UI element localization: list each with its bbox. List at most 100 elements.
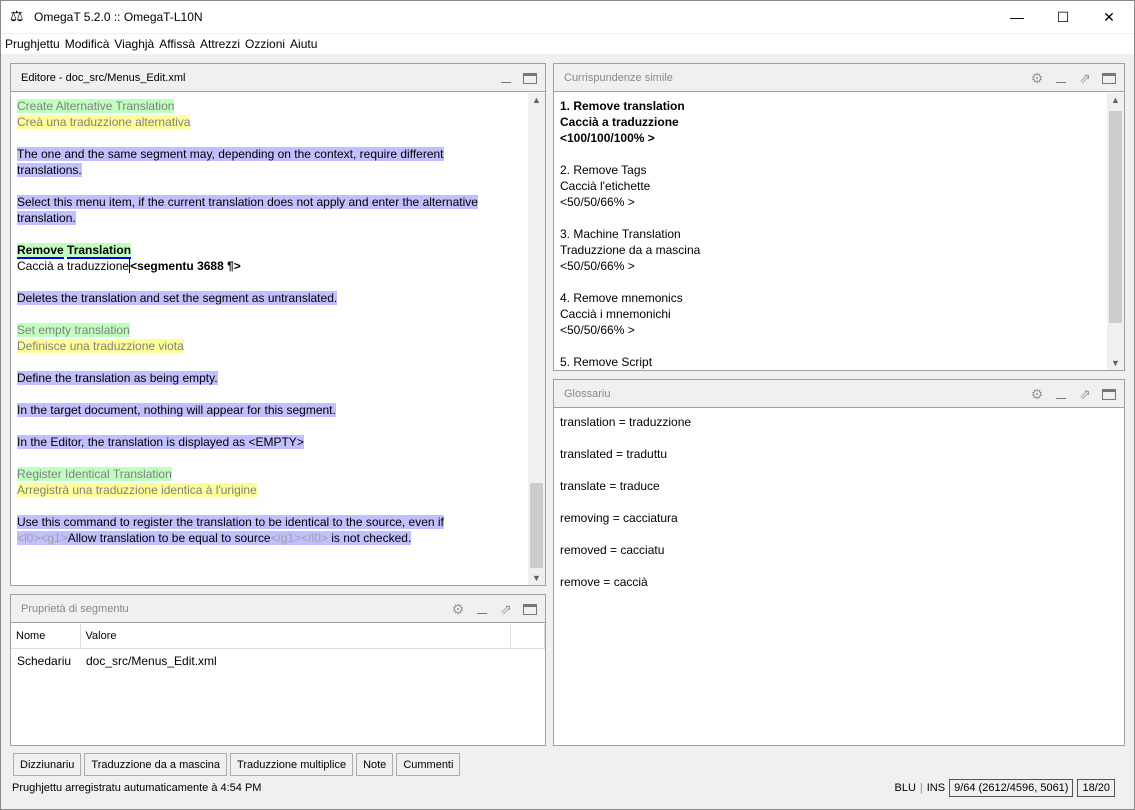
menu-item[interactable]: Viaghjà [114,37,154,51]
editor-line[interactable]: Define the translation as being empty. [17,370,545,386]
glossary-entry[interactable]: translate = traduce [560,478,1124,494]
match-line[interactable]: Caccià i mnemonichi [560,306,1124,322]
menu-item[interactable]: Affissà [159,37,195,51]
match-line[interactable]: Traduzzione da a mascina [560,242,1124,258]
minimize-panel-icon[interactable] [473,600,491,618]
matches-scrollbar[interactable]: ▲ ▼ [1107,93,1124,370]
editor-line[interactable] [17,418,545,434]
editor-line[interactable]: Select this menu item, if the current tr… [17,194,545,210]
close-button[interactable]: ✕ [1086,1,1132,33]
glossary-entry[interactable] [560,430,1124,446]
undock-icon[interactable]: ⇗ [497,600,515,618]
editor-line[interactable]: Set empty translation [17,322,545,338]
scroll-thumb[interactable] [1109,111,1122,323]
table-row[interactable]: Schedariu doc_src/Menus_Edit.xml [11,648,545,668]
match-line[interactable] [560,146,1124,162]
editor-line[interactable] [17,178,545,194]
scroll-thumb[interactable] [530,483,543,568]
tab-button[interactable]: Traduzzione da a mascina [84,753,228,776]
match-line[interactable]: 3. Machine Translation [560,226,1124,242]
editor-line[interactable]: translation. [17,210,545,226]
glossary-entry[interactable]: removing = cacciatura [560,510,1124,526]
glossary-entry[interactable] [560,558,1124,574]
editor-line[interactable]: Caccià a traduzzione<segmentu 3688 ¶> [17,258,545,274]
menu-item[interactable]: Modificà [65,37,110,51]
editor-line[interactable]: Deletes the translation and set the segm… [17,290,545,306]
match-line[interactable]: <50/50/66% > [560,322,1124,338]
minimize-button[interactable]: — [994,1,1040,33]
glossary-entry[interactable]: translation = traduzzione [560,414,1124,430]
minimize-panel-icon[interactable] [497,69,515,87]
menu-item[interactable]: Attrezzi [200,37,240,51]
editor-line[interactable]: Create Alternative Translation [17,98,545,114]
maximize-button[interactable]: ☐ [1040,1,1086,33]
editor-line[interactable]: <l0><g1>Allow translation to be equal to… [17,530,545,546]
glossary-list[interactable]: translation = traduzzione translated = tr… [554,409,1124,590]
editor-line[interactable]: Arregistrà una traduzzione identica à l'… [17,482,545,498]
gear-icon[interactable]: ⚙ [1028,69,1046,87]
gear-icon[interactable]: ⚙ [449,600,467,618]
editor-line[interactable]: Use this command to register the transla… [17,514,545,530]
segment-text: In the target document, nothing will app… [17,403,336,417]
match-line[interactable] [560,338,1124,354]
editor-line[interactable]: Definisce una traduzzione viota [17,338,545,354]
undock-icon[interactable]: ⇗ [1076,69,1094,87]
menu-item[interactable]: Aiutu [290,37,317,51]
glossary-entry[interactable]: translated = traduttu [560,446,1124,462]
tab-button[interactable]: Note [356,753,394,776]
editor-line[interactable] [17,386,545,402]
minimize-panel-icon[interactable] [1052,385,1070,403]
match-line[interactable]: 2. Remove Tags [560,162,1124,178]
match-line[interactable]: <100/100/100% > [560,130,1124,146]
editor-line[interactable]: Remove Translation [17,242,545,259]
minimize-panel-icon[interactable] [1052,69,1070,87]
editor-line[interactable]: translations. [17,162,545,178]
editor-line[interactable]: In the target document, nothing will app… [17,402,545,418]
match-line[interactable] [560,210,1124,226]
editor-line[interactable]: The one and the same segment may, depend… [17,146,545,162]
maximize-panel-icon[interactable] [521,600,539,618]
menu-item[interactable]: Ozzioni [245,37,285,51]
tab-button[interactable]: Traduzzione multiplice [230,753,354,776]
editor-line[interactable]: Creà una traduzzione alternativa [17,114,545,130]
editor-line[interactable] [17,450,545,466]
scroll-up-icon[interactable]: ▲ [1107,95,1124,105]
match-line[interactable]: 4. Remove mnemonics [560,290,1124,306]
column-header-value[interactable]: Valore [80,624,511,649]
editor-line[interactable] [17,226,545,242]
match-line[interactable]: Caccià l'etichette [560,178,1124,194]
editor-content[interactable]: Create Alternative Translation Creà una t… [11,93,545,546]
match-line[interactable]: <50/50/66% > [560,194,1124,210]
match-line[interactable] [560,274,1124,290]
tab-button[interactable]: Cummenti [396,753,461,776]
glossary-entry[interactable] [560,494,1124,510]
editor-line[interactable]: Register Identical Translation [17,466,545,482]
match-line[interactable]: 5. Remove Script [560,354,1124,370]
maximize-panel-icon[interactable] [521,69,539,87]
editor-scrollbar[interactable]: ▲ ▼ [528,93,545,585]
scroll-down-icon[interactable]: ▼ [1107,358,1124,368]
match-line[interactable]: 1. Remove translation [560,98,1124,114]
editor-line[interactable] [17,354,545,370]
matches-list[interactable]: 1. Remove translation Caccià a traduzzion… [554,93,1124,370]
editor-line[interactable]: In the Editor, the translation is displa… [17,434,545,450]
undock-icon[interactable]: ⇗ [1076,385,1094,403]
glossary-entry[interactable] [560,462,1124,478]
tab-button[interactable]: Dizziunariu [13,753,82,776]
glossary-entry[interactable]: remove = caccià [560,574,1124,590]
match-line[interactable]: Caccià a traduzzione [560,114,1124,130]
editor-line[interactable] [17,130,545,146]
maximize-panel-icon[interactable] [1100,69,1118,87]
editor-line[interactable] [17,498,545,514]
editor-line[interactable] [17,274,545,290]
scroll-down-icon[interactable]: ▼ [528,573,545,583]
column-header-name[interactable]: Nome [11,624,81,649]
match-line[interactable]: <50/50/66% > [560,258,1124,274]
editor-line[interactable] [17,306,545,322]
scroll-up-icon[interactable]: ▲ [528,95,545,105]
menu-item[interactable]: Prughjettu [5,37,60,51]
gear-icon[interactable]: ⚙ [1028,385,1046,403]
glossary-entry[interactable] [560,526,1124,542]
glossary-entry[interactable]: removed = cacciatu [560,542,1124,558]
maximize-panel-icon[interactable] [1100,385,1118,403]
